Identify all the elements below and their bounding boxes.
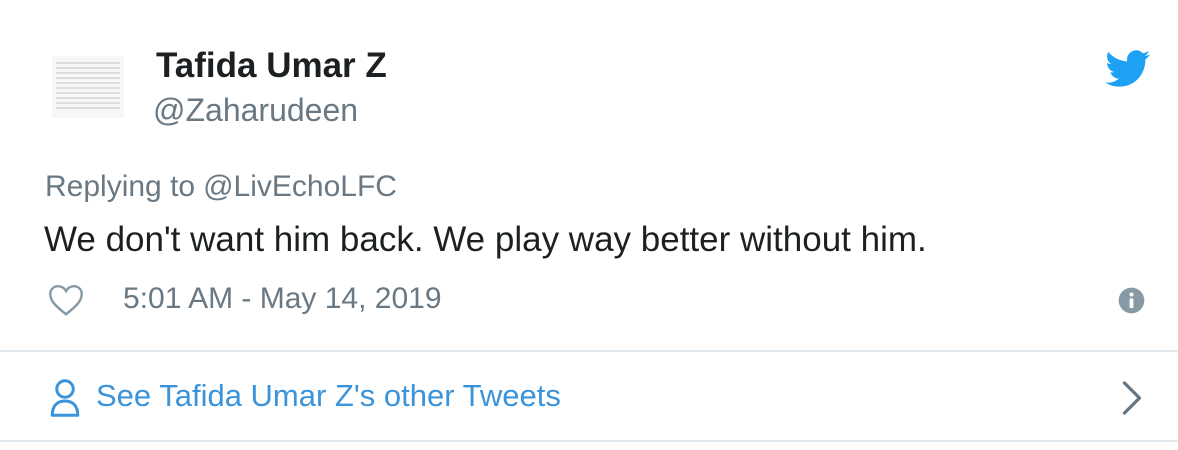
chevron-right-icon[interactable] bbox=[1121, 380, 1143, 416]
author-screen-name[interactable]: @Zaharudeen bbox=[153, 92, 358, 129]
reply-handle-link[interactable]: @LivEchoLFC bbox=[203, 170, 397, 203]
divider bbox=[0, 440, 1178, 442]
embedded-tweet-card: Tafida Umar Z @Zaharudeen Replying to @Li… bbox=[0, 0, 1178, 450]
tweet-timestamp[interactable]: 5:01 AM - May 14, 2019 bbox=[123, 282, 442, 316]
tweet-text: We don't want him back. We play way bett… bbox=[44, 220, 927, 259]
person-icon bbox=[50, 379, 80, 417]
see-other-tweets-label[interactable]: See Tafida Umar Z's other Tweets bbox=[96, 378, 561, 414]
heart-icon[interactable] bbox=[48, 283, 84, 317]
author-display-name[interactable]: Tafida Umar Z bbox=[156, 46, 387, 86]
twitter-bird-icon[interactable] bbox=[1105, 50, 1151, 88]
info-icon[interactable] bbox=[1118, 287, 1145, 314]
avatar-image bbox=[56, 62, 120, 112]
reply-prefix: Replying to bbox=[45, 170, 196, 203]
reply-context: Replying to @LivEchoLFC bbox=[45, 170, 397, 204]
avatar[interactable] bbox=[52, 56, 124, 118]
